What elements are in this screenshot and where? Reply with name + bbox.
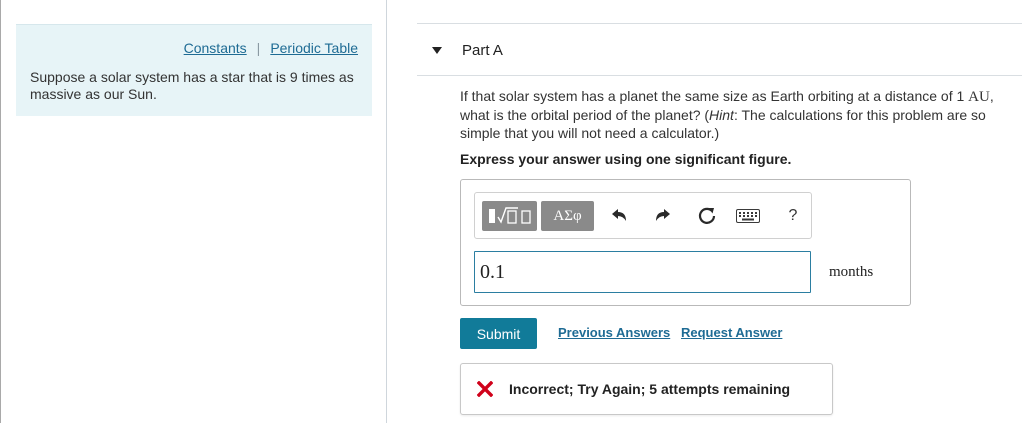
redo-button[interactable] bbox=[649, 203, 675, 229]
math-toolbar: ΑΣφ ? bbox=[474, 192, 812, 239]
templates-icon bbox=[488, 207, 531, 224]
periodic-table-link[interactable]: Periodic Table bbox=[270, 40, 358, 56]
answer-instruction: Express your answer using one significan… bbox=[460, 151, 792, 167]
x-icon bbox=[477, 381, 493, 397]
answer-input[interactable] bbox=[474, 251, 811, 293]
symbols-button[interactable]: ΑΣφ bbox=[541, 201, 594, 231]
caret-down-icon[interactable] bbox=[432, 47, 442, 54]
request-answer-link[interactable]: Request Answer bbox=[681, 325, 782, 340]
undo-icon bbox=[612, 209, 626, 221]
question-part: If that solar system has a planet the sa… bbox=[460, 88, 969, 104]
redo-icon bbox=[656, 209, 670, 221]
answer-box: ΑΣφ ? 0.1 months bbox=[460, 179, 911, 306]
reset-button[interactable] bbox=[694, 203, 720, 229]
link-separator: | bbox=[256, 40, 261, 56]
undo-button[interactable] bbox=[607, 203, 633, 229]
hint-label: Hint bbox=[709, 107, 734, 123]
column-divider bbox=[386, 0, 387, 423]
submit-button[interactable]: Submit bbox=[460, 318, 537, 349]
reset-icon bbox=[698, 207, 716, 224]
help-button[interactable]: ? bbox=[780, 203, 806, 229]
divider bbox=[417, 23, 1022, 24]
part-header[interactable]: Part A bbox=[432, 42, 503, 59]
templates-button[interactable] bbox=[482, 201, 537, 231]
intro-box: Constants | Periodic Table Suppose a solar… bbox=[16, 24, 372, 116]
feedback-text: Incorrect; Try Again; 5 attempts remaini… bbox=[509, 381, 791, 397]
keyboard-button[interactable] bbox=[735, 203, 761, 229]
previous-answers-link[interactable]: Previous Answers bbox=[558, 325, 670, 340]
left-border bbox=[0, 0, 1, 423]
answer-units: months bbox=[829, 264, 874, 280]
divider bbox=[417, 75, 1022, 76]
page: Constants | Periodic Table Suppose a solar… bbox=[0, 0, 1024, 423]
intro-text: Suppose a solar system has a star that i… bbox=[30, 69, 354, 102]
constants-link[interactable]: Constants bbox=[184, 40, 247, 56]
keyboard-icon bbox=[736, 209, 760, 223]
part-title: Part A bbox=[462, 42, 503, 59]
feedback-box: Incorrect; Try Again; 5 attempts remaini… bbox=[460, 363, 833, 415]
question-text: If that solar system has a planet the sa… bbox=[460, 87, 1015, 142]
resource-links: Constants | Periodic Table bbox=[184, 40, 358, 56]
question-unit: AU bbox=[968, 89, 990, 105]
